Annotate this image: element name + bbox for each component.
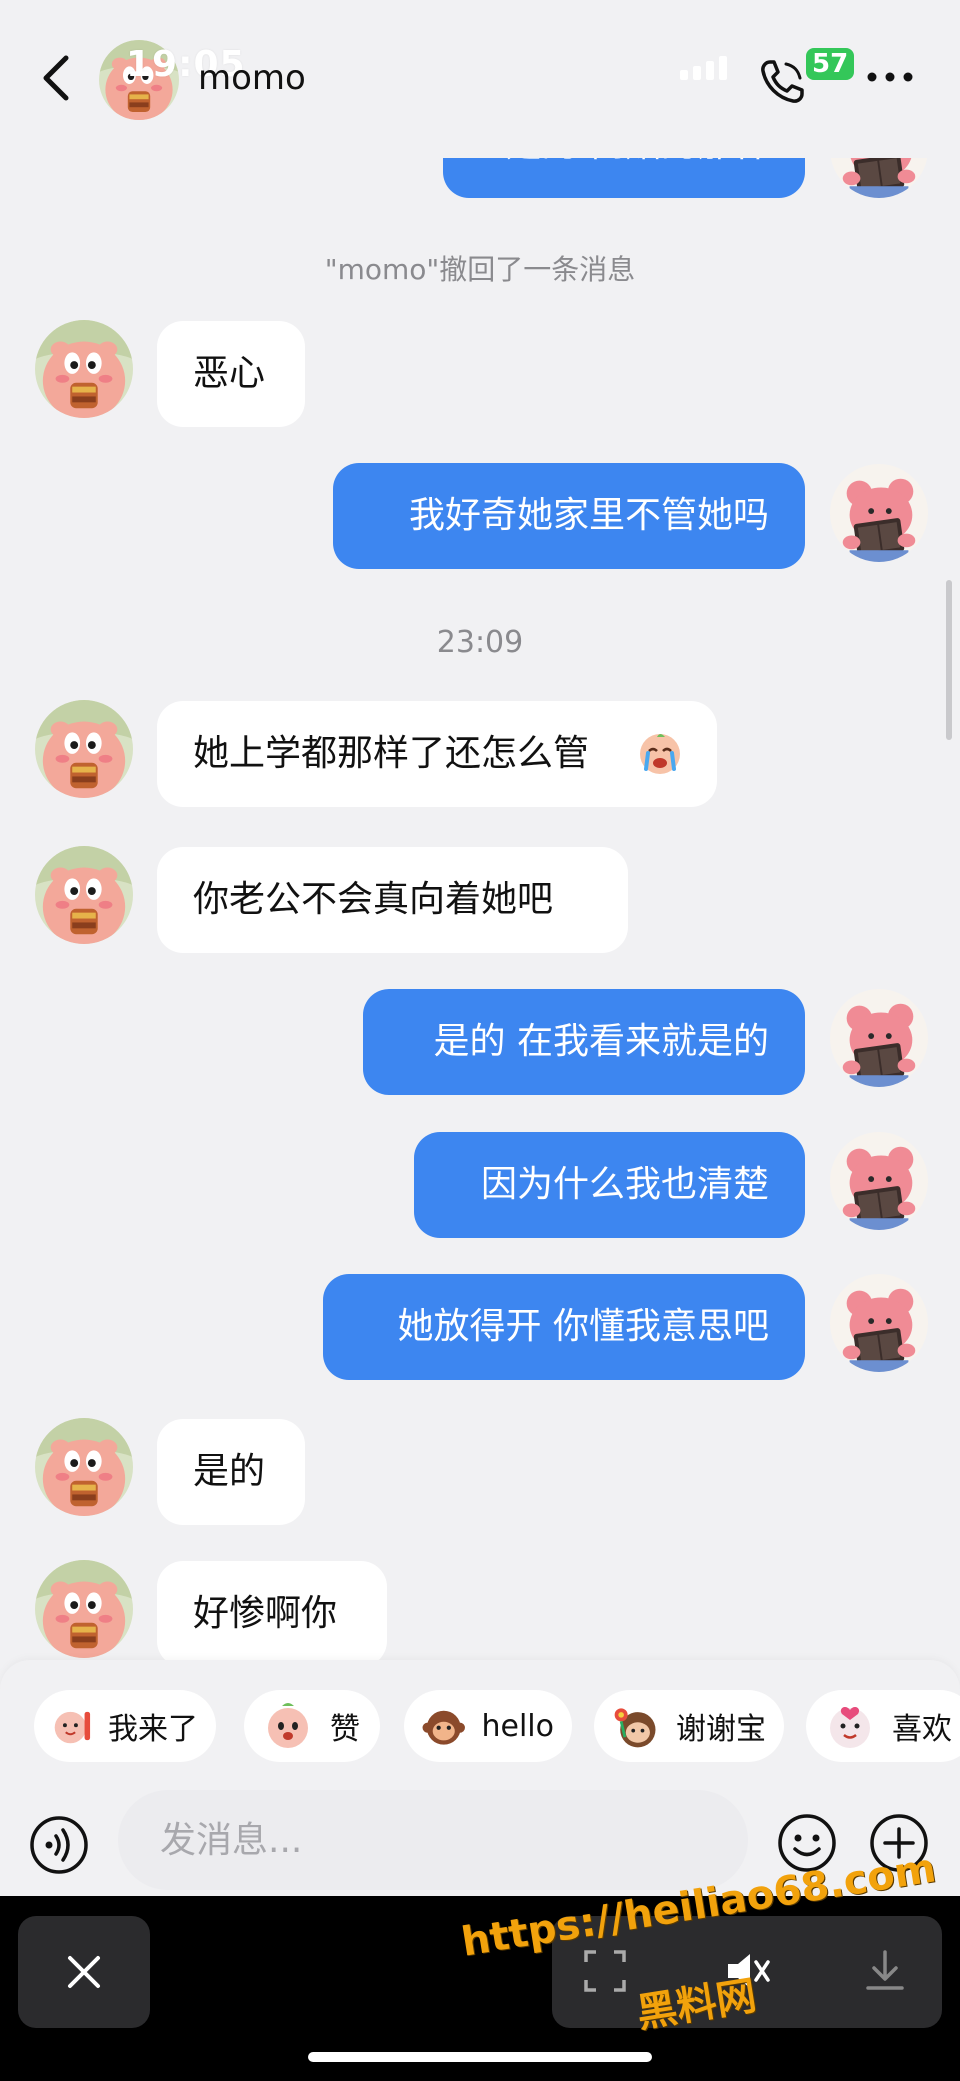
outgoing-message-bubble[interactable]: 我好奇她家里不管她吗 [333, 463, 805, 569]
incoming-message-bubble[interactable]: 是的 [157, 1419, 305, 1525]
quick-reply-chip[interactable]: 赞 [244, 1690, 380, 1762]
chat-scrollbar[interactable] [946, 580, 952, 740]
cellular-signal-icon [680, 56, 727, 80]
quick-reply-label: 赞 [330, 1712, 360, 1747]
outgoing-message-bubble[interactable]: 她放得开 你懂我意思吧 [323, 1274, 805, 1380]
back-arrow-icon[interactable] [38, 52, 74, 104]
quick-reply-label: hello [481, 1708, 555, 1744]
incoming-message-bubble[interactable]: 恶心 [157, 321, 305, 427]
quick-reply-label: 谢谢宝 [676, 1712, 766, 1747]
message-text: 她上学都那样了还怎么管 [193, 733, 590, 774]
contact-avatar[interactable] [35, 1560, 133, 1658]
phone-call-icon[interactable] [756, 56, 808, 108]
quick-reply-label: 我来了 [108, 1712, 198, 1747]
crying-emoji-icon [640, 734, 680, 774]
screenshot-scan-icon[interactable] [580, 1946, 630, 1996]
more-options-icon[interactable] [866, 62, 914, 92]
voice-input-icon[interactable] [28, 1814, 90, 1876]
outgoing-message-bubble[interactable]: 因为什么我也清楚 [414, 1132, 805, 1238]
battery-badge: 57 [806, 48, 855, 80]
my-avatar[interactable] [830, 1132, 928, 1230]
incoming-message-bubble[interactable]: 好惨啊你 [157, 1561, 387, 1667]
sticker-wave-icon [54, 1711, 91, 1744]
contact-avatar[interactable] [35, 700, 133, 798]
message-input[interactable] [118, 1790, 748, 1890]
chat-header: 19:05 momo 57 [0, 0, 960, 158]
close-button[interactable] [18, 1916, 150, 2028]
my-avatar[interactable] [830, 1274, 928, 1372]
quick-reply-chip[interactable]: 喜欢 [806, 1690, 960, 1762]
quick-reply-chip[interactable]: hello [404, 1690, 572, 1762]
outgoing-message-bubble[interactable]: 是的 在我看来就是的 [363, 989, 805, 1095]
sticker-thumbs-up-icon [268, 1703, 308, 1748]
sticker-heart-icon [830, 1707, 870, 1748]
sticker-flower-icon [614, 1708, 656, 1748]
contact-name[interactable]: momo [198, 58, 306, 98]
incoming-message-bubble[interactable]: 她上学都那样了还怎么管 [157, 701, 717, 807]
quick-reply-chip[interactable]: 谢谢宝 [594, 1690, 784, 1762]
contact-avatar[interactable] [35, 320, 133, 418]
contact-avatar[interactable] [35, 846, 133, 944]
message-timestamp: 23:09 [436, 625, 524, 660]
home-indicator[interactable] [308, 2052, 652, 2062]
quick-reply-label: 喜欢 [892, 1712, 952, 1747]
quick-reply-bar: 我来了 赞 hello 谢谢宝 喜欢 [0, 1660, 960, 1790]
incoming-message-bubble[interactable]: 你老公不会真向着她吧 [157, 847, 628, 953]
close-icon [68, 1956, 100, 1988]
my-avatar[interactable] [830, 464, 928, 562]
my-avatar[interactable] [830, 989, 928, 1087]
download-icon[interactable] [860, 1946, 910, 1996]
contact-avatar[interactable] [35, 1418, 133, 1516]
sticker-monkey-icon [422, 1710, 465, 1745]
quick-reply-chip[interactable]: 我来了 [34, 1690, 216, 1762]
recall-notice: "momo"撤回了一条消息 [324, 253, 636, 286]
